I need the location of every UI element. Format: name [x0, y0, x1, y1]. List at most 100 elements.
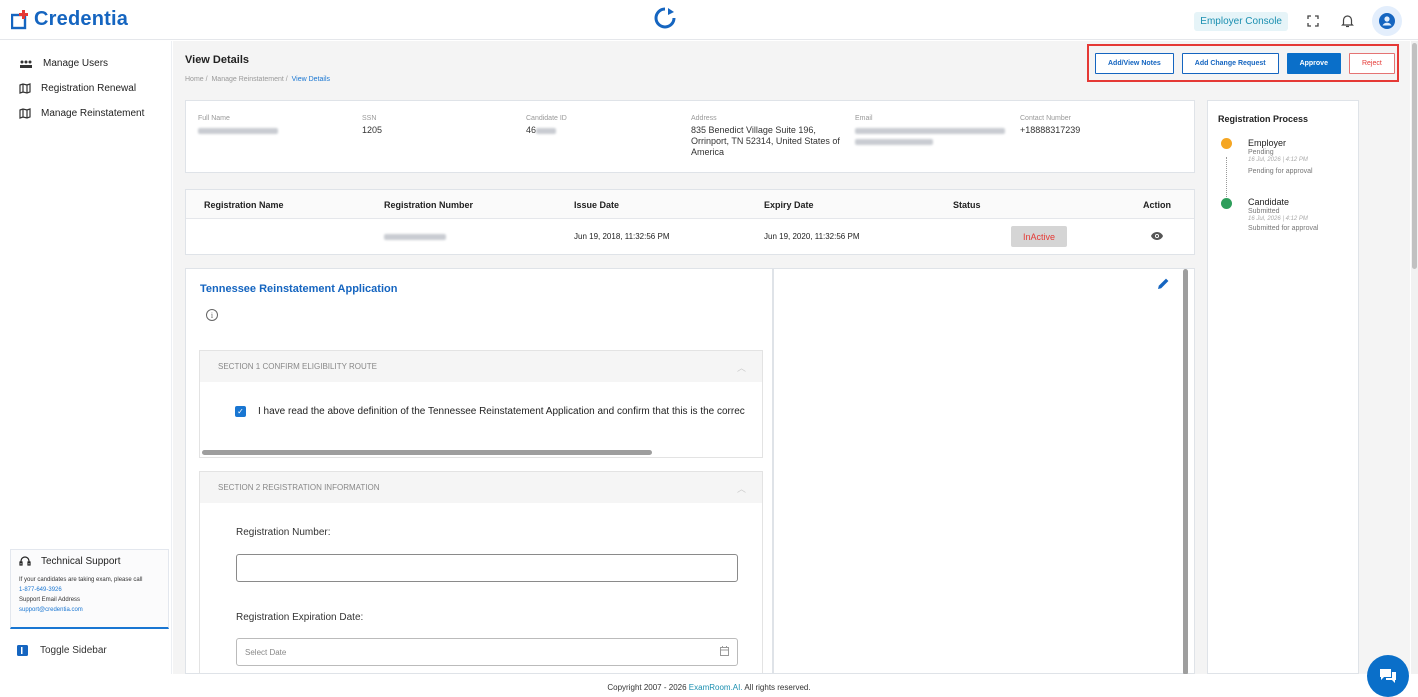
app-name: Credentia: [34, 8, 129, 30]
issue-date-cell: Jun 19, 2018, 11:32:56 PM: [574, 232, 670, 241]
add-view-notes-button[interactable]: Add/View Notes: [1095, 52, 1174, 74]
fullscreen-icon[interactable]: [1304, 12, 1322, 30]
registration-number-label: Registration Number:: [236, 527, 331, 538]
chat-button[interactable]: [1367, 655, 1409, 697]
sidebar-item-registration-renewal[interactable]: Registration Renewal: [0, 76, 171, 101]
section-2-header[interactable]: SECTION 2 REGISTRATION INFORMATION ︿: [200, 472, 762, 503]
sidebar-item-manage-reinstatement[interactable]: Manage Reinstatement: [0, 101, 171, 126]
examroom-link[interactable]: ExamRoom.AI.: [689, 683, 743, 692]
breadcrumb-current: View Details: [291, 76, 331, 83]
email-field: Email: [855, 115, 1005, 147]
map-icon: [19, 83, 31, 94]
ssn-label: SSN: [362, 115, 377, 122]
expiry-date-cell: Jun 19, 2020, 11:32:56 PM: [764, 232, 860, 241]
step-note: Submitted for approval: [1248, 225, 1319, 232]
footer: Copyright 2007 - 2026 ExamRoom.AI. All r…: [0, 674, 1418, 697]
candidate-id-label: Candidate ID: [526, 115, 567, 122]
info-icon[interactable]: i: [206, 309, 218, 321]
step-status: Pending: [1248, 149, 1274, 156]
calendar-icon[interactable]: [720, 646, 729, 656]
page-title: View Details: [185, 54, 249, 66]
chevron-up-icon[interactable]: ︿: [737, 361, 746, 374]
toggle-sidebar-label: Toggle Sidebar: [40, 645, 107, 656]
employer-console-badge[interactable]: Employer Console: [1194, 11, 1288, 31]
redacted-candidate-id: [536, 127, 557, 134]
registration-expiration-label: Registration Expiration Date:: [236, 612, 364, 623]
support-email-link[interactable]: support@credentia.com: [19, 605, 160, 615]
form-title: Tennessee Reinstatement Application: [200, 283, 398, 295]
candidate-info-card: Full Name SSN 1205 Candidate ID 46 Addre…: [185, 100, 1195, 173]
page-scrollbar[interactable]: [1411, 41, 1418, 674]
completed-step-icon: [1221, 198, 1232, 209]
redacted-registration-number: [384, 233, 446, 240]
section-2: SECTION 2 REGISTRATION INFORMATION ︿ Reg…: [199, 471, 763, 673]
eligibility-checkbox-label: I have read the above definition of the …: [258, 406, 745, 417]
users-icon: [20, 60, 32, 68]
status-badge: InActive: [1011, 226, 1067, 247]
registration-expiration-date-input[interactable]: Select Date: [236, 638, 738, 666]
step-timestamp: 16 Jul, 2026 | 4:12 PM: [1248, 216, 1308, 222]
process-title: Registration Process: [1218, 114, 1309, 124]
sidebar-item-manage-users[interactable]: Manage Users: [0, 51, 171, 76]
contact-number-field: Contact Number +18888317239: [1020, 115, 1080, 136]
sidebar-toggle-icon: [17, 645, 28, 656]
notification-bell-icon[interactable]: [1338, 12, 1356, 30]
app-logo[interactable]: Credentia: [11, 8, 128, 31]
address-label: Address: [691, 115, 717, 122]
contact-number-label: Contact Number: [1020, 115, 1071, 122]
sidebar-item-label: Manage Users: [43, 58, 109, 69]
email-label: Email: [855, 115, 873, 122]
center-brand-icon: [654, 7, 676, 34]
registration-process-panel: Registration Process Employer Pending 16…: [1207, 100, 1359, 674]
registration-table: Registration Name Registration Number Is…: [185, 189, 1195, 255]
section-2-title: SECTION 2 REGISTRATION INFORMATION: [218, 483, 380, 492]
date-placeholder: Select Date: [245, 647, 287, 657]
redacted-full-name: [198, 127, 278, 134]
eligibility-checkbox[interactable]: ✓: [235, 406, 246, 417]
breadcrumb-manage-reinstatement[interactable]: Manage Reinstatement: [211, 76, 283, 83]
section-1-header[interactable]: SECTION 1 CONFIRM ELIGIBILITY ROUTE ︿: [200, 351, 762, 382]
process-step-employer: Employer Pending 16 Jul, 2026 | 4:12 PM …: [1248, 138, 1313, 175]
ssn-field: SSN 1205: [362, 115, 382, 136]
step-status: Submitted: [1248, 208, 1280, 215]
step-note: Pending for approval: [1248, 168, 1313, 175]
table-row: Jun 19, 2018, 11:32:56 PM Jun 19, 2020, …: [186, 219, 1194, 255]
edit-pencil-icon[interactable]: [1157, 277, 1170, 293]
full-name-label: Full Name: [198, 115, 230, 122]
horizontal-scrollbar[interactable]: [202, 450, 652, 455]
address-field: Address 835 Benedict Village Suite 196, …: [691, 115, 841, 158]
candidate-id-value: 46: [526, 125, 537, 135]
section-1-title: SECTION 1 CONFIRM ELIGIBILITY ROUTE: [218, 362, 377, 371]
contact-number-value: +18888317239: [1020, 125, 1081, 135]
user-avatar[interactable]: [1372, 6, 1402, 36]
account-circle-icon: [1379, 13, 1395, 29]
step-name: Candidate: [1248, 197, 1290, 207]
vertical-scrollbar[interactable]: [1183, 269, 1188, 675]
process-step-candidate: Candidate Submitted 16 Jul, 2026 | 4:12 …: [1248, 197, 1318, 232]
redacted-email-line-2: [855, 138, 933, 145]
copyright-text: Copyright 2007 - 2026: [607, 683, 687, 692]
candidate-id-field: Candidate ID 46: [526, 115, 567, 136]
column-header: Expiry Date: [764, 200, 814, 210]
rights-text: All rights reserved.: [744, 683, 811, 692]
chevron-up-icon[interactable]: ︿: [737, 482, 746, 495]
approve-button[interactable]: Approve: [1286, 52, 1341, 74]
support-email-label: Support Email Address: [19, 597, 81, 603]
support-phone-link[interactable]: 1-877-649-3926: [19, 585, 160, 595]
table-header: Registration Name Registration Number Is…: [186, 190, 1194, 219]
registration-number-input[interactable]: [236, 554, 738, 582]
top-bar: Credentia Employer Console: [0, 0, 1418, 40]
page-scrollbar-thumb[interactable]: [1412, 43, 1417, 269]
column-header: Registration Number: [384, 200, 474, 210]
address-value: 835 Benedict Village Suite 196, Orrinpor…: [691, 125, 840, 157]
breadcrumb-home[interactable]: Home: [185, 76, 204, 83]
action-buttons-group: Add/View Notes Add Change Request Approv…: [1087, 44, 1399, 82]
pending-step-icon: [1221, 138, 1232, 149]
toggle-sidebar-button[interactable]: Toggle Sidebar: [17, 645, 107, 656]
view-eye-icon[interactable]: [1150, 231, 1164, 243]
support-text: If your candidates are taking exam, plea…: [19, 577, 143, 583]
timeline-connector: [1226, 157, 1227, 199]
add-change-request-button[interactable]: Add Change Request: [1181, 52, 1279, 74]
section-1: SECTION 1 CONFIRM ELIGIBILITY ROUTE ︿ ✓ …: [199, 350, 763, 458]
reject-button[interactable]: Reject: [1348, 52, 1395, 74]
